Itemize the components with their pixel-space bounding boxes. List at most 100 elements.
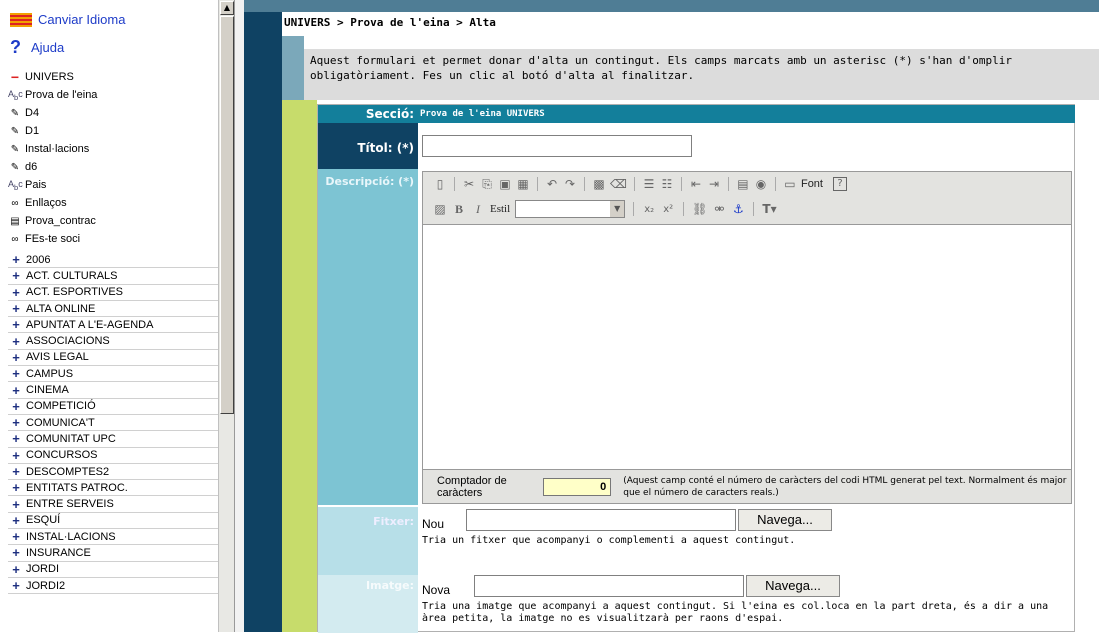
file-browse-button[interactable]: Navega... [738, 509, 832, 531]
category-item[interactable]: + DESCOMPTES2 [8, 464, 218, 481]
indent-icon[interactable]: ⇥ [707, 177, 721, 191]
tree-item[interactable]: − UNIVERS [8, 68, 97, 86]
tree-item[interactable]: ✎ Instal·lacions [8, 140, 97, 158]
category-label[interactable]: COMUNITAT UPC [26, 433, 116, 445]
category-label[interactable]: AVIS LEGAL [26, 351, 89, 363]
plus-icon[interactable]: + [8, 301, 24, 316]
unordered-list-icon[interactable]: ☷ [660, 177, 674, 191]
bold-icon[interactable]: B [452, 202, 466, 217]
plus-icon[interactable]: + [8, 366, 24, 381]
category-item[interactable]: + ASSOCIACIONS [8, 333, 218, 350]
tree-item[interactable]: Abc Pais [8, 176, 97, 194]
tree-item[interactable]: Abc Prova de l'eina [8, 86, 97, 104]
category-label[interactable]: ACT. CULTURALS [26, 270, 117, 282]
help-link-label[interactable]: Ajuda [31, 40, 64, 55]
tree-item[interactable]: ✎ D4 [8, 104, 97, 122]
outdent-icon[interactable]: ⇤ [689, 177, 703, 191]
category-item[interactable]: +2006 [8, 252, 218, 269]
image-icon[interactable]: ▨ [433, 202, 447, 216]
plus-icon[interactable]: + [8, 578, 24, 593]
image-path-input[interactable] [474, 575, 744, 597]
category-item[interactable]: + JORDI [8, 562, 218, 578]
text-color-icon[interactable]: T▾ [762, 202, 776, 216]
image-browse-button[interactable]: Navega... [746, 575, 840, 597]
category-label[interactable]: APUNTAT A L'E-AGENDA [26, 319, 153, 331]
category-label[interactable]: INSURANCE [26, 547, 91, 559]
eraser-icon[interactable]: ⌫ [610, 177, 627, 191]
plus-icon[interactable]: + [8, 317, 24, 332]
tree-item-label[interactable]: Enllaços [25, 197, 67, 209]
plus-icon[interactable]: + [8, 268, 24, 283]
scroll-up-arrow-icon[interactable]: ▲ [220, 1, 234, 15]
category-item[interactable]: + ALTA ONLINE [8, 301, 218, 318]
table-icon[interactable]: ▤ [736, 177, 750, 191]
plus-icon[interactable]: + [8, 448, 24, 463]
tree-item[interactable]: ✎ D1 [8, 122, 97, 140]
language-link[interactable]: Canviar Idioma [10, 12, 125, 27]
tree-item-label[interactable]: Prova_contrac [25, 215, 96, 227]
category-label[interactable]: COMUNICA'T [26, 417, 95, 429]
editor-text-area[interactable] [423, 224, 1071, 470]
category-label[interactable]: CINEMA [26, 384, 69, 396]
category-label[interactable]: CONCURSOS [26, 449, 98, 461]
tree-item[interactable]: ∞ FEs-te soci [8, 230, 97, 248]
tree-item-label[interactable]: d6 [25, 161, 37, 173]
category-label[interactable]: JORDI2 [26, 580, 65, 592]
title-input[interactable] [422, 135, 692, 157]
category-item[interactable]: + INSURANCE [8, 545, 218, 562]
category-label[interactable]: ENTRE SERVEIS [26, 498, 114, 510]
tree-item[interactable]: ✎ d6 [8, 158, 97, 176]
category-label[interactable]: INSTAL·LACIONS [26, 531, 116, 543]
select-all-icon[interactable]: ▩ [592, 177, 606, 191]
subscript-icon[interactable]: x₂ [642, 204, 656, 215]
paste-icon[interactable]: ▣ [498, 177, 512, 191]
link-icon[interactable]: ⛓ [692, 202, 707, 216]
italic-icon[interactable]: I [471, 202, 485, 217]
category-item[interactable]: + COMUNICA'T [8, 415, 218, 432]
category-item[interactable]: + COMPETICIÓ [8, 399, 218, 415]
plus-icon[interactable]: + [8, 383, 24, 398]
plus-icon[interactable]: + [8, 513, 24, 528]
category-label[interactable]: ASSOCIACIONS [26, 335, 110, 347]
category-item[interactable]: + ACT. ESPORTIVES [8, 285, 218, 301]
superscript-icon[interactable]: x² [661, 204, 675, 215]
category-item[interactable]: + JORDI2 [8, 578, 218, 595]
category-label[interactable]: ESQUÍ [26, 514, 60, 526]
tree-item-label[interactable]: Pais [25, 179, 46, 191]
category-label[interactable]: CAMPUS [26, 368, 73, 380]
category-label[interactable]: COMPETICIÓ [26, 400, 96, 412]
category-item[interactable]: + ESQUÍ [8, 513, 218, 530]
minus-icon[interactable]: − [8, 69, 22, 85]
plus-icon[interactable]: + [8, 350, 24, 365]
tree-item-label[interactable]: Instal·lacions [25, 143, 89, 155]
tree-item-label[interactable]: D1 [25, 125, 39, 137]
chevron-down-icon[interactable]: ▼ [610, 201, 625, 217]
plus-icon[interactable]: + [8, 252, 24, 267]
file-path-input[interactable] [466, 509, 736, 531]
category-label[interactable]: JORDI [26, 563, 59, 575]
category-item[interactable]: + CONCURSOS [8, 448, 218, 464]
plus-icon[interactable]: + [8, 480, 24, 495]
plus-icon[interactable]: + [8, 497, 24, 512]
help-icon[interactable]: ? [832, 177, 847, 191]
category-label[interactable]: DESCOMPTES2 [26, 466, 109, 478]
language-link-label[interactable]: Canviar Idioma [38, 12, 125, 27]
tree-item-label[interactable]: D4 [25, 107, 39, 119]
category-label[interactable]: ALTA ONLINE [26, 303, 95, 315]
style-select[interactable]: ▼ [515, 200, 626, 218]
plus-icon[interactable]: + [8, 334, 24, 349]
plus-icon[interactable]: + [8, 545, 24, 560]
new-doc-icon[interactable]: ▯ [433, 177, 447, 191]
category-item[interactable]: + COMUNITAT UPC [8, 431, 218, 448]
category-item[interactable]: + APUNTAT A L'E-AGENDA [8, 317, 218, 334]
sidebar-scrollbar[interactable]: ▲ [218, 0, 234, 632]
tree-item-label[interactable]: Prova de l'eina [25, 89, 97, 101]
help-link[interactable]: ? Ajuda [10, 37, 64, 58]
tree-item-label[interactable]: FEs-te soci [25, 233, 80, 245]
redo-icon[interactable]: ↷ [563, 177, 577, 191]
font-icon[interactable]: ▭ [783, 177, 797, 191]
category-label[interactable]: ACT. ESPORTIVES [26, 286, 123, 298]
scrollbar-thumb[interactable] [220, 16, 234, 414]
plus-icon[interactable]: + [8, 285, 24, 300]
plus-icon[interactable]: + [8, 529, 24, 544]
